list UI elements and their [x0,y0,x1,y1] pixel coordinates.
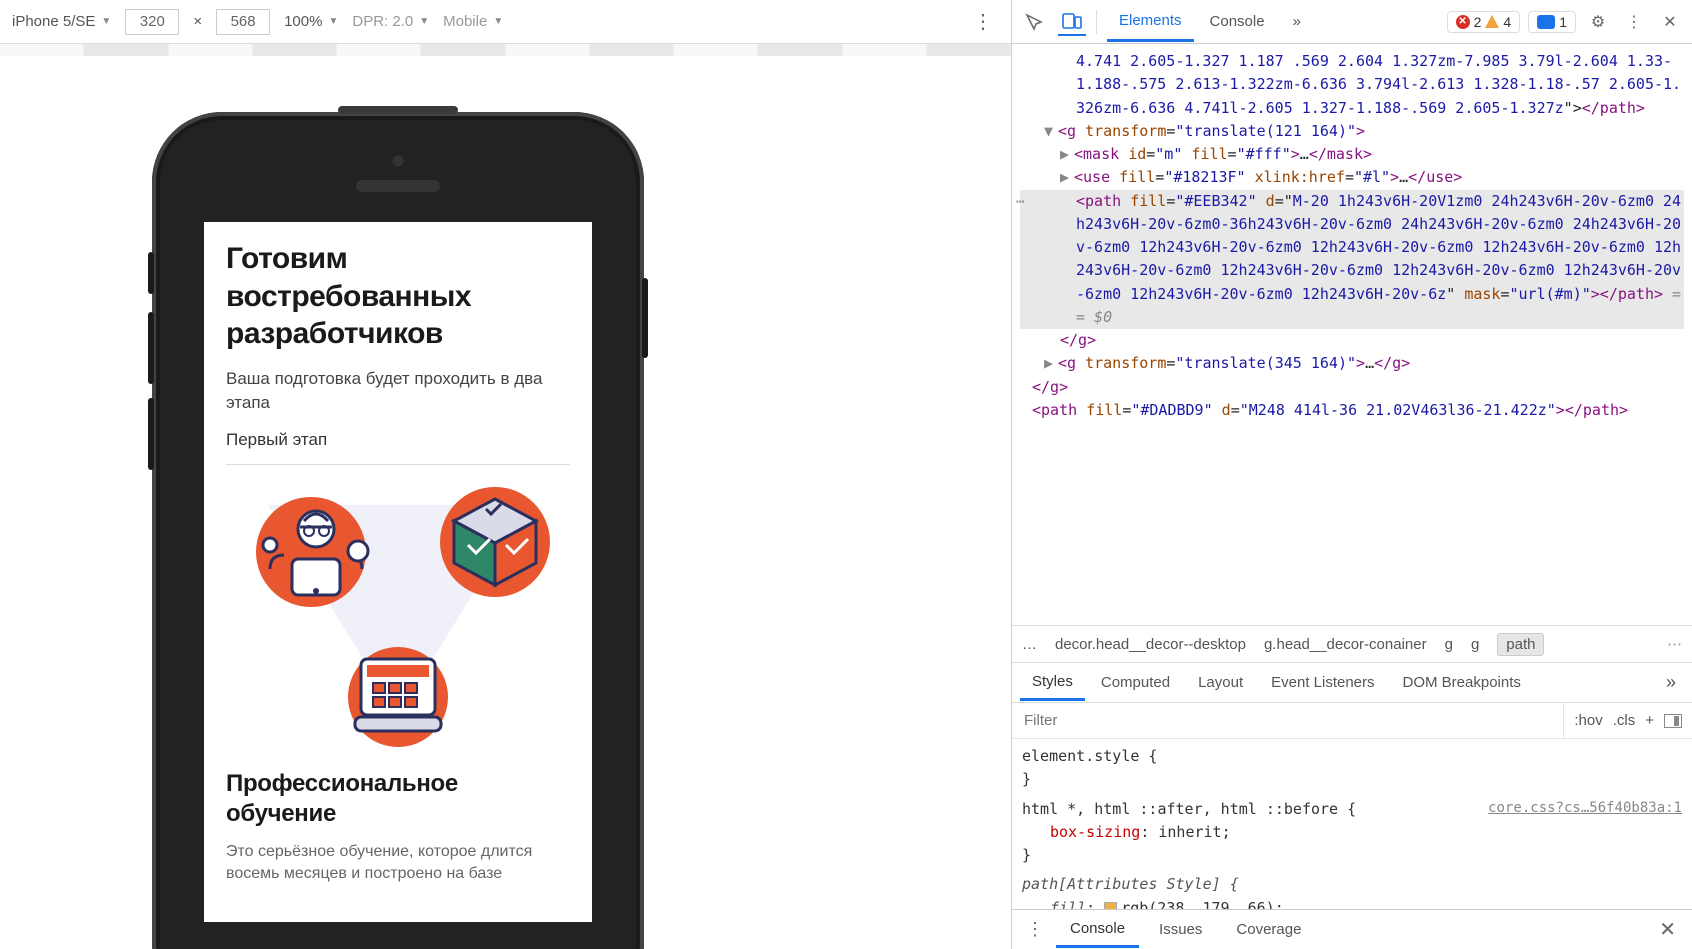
message-icon [1537,15,1555,29]
monitor-icon [353,655,443,739]
hov-toggle[interactable]: :hov [1574,712,1602,729]
crumb-ellipsis[interactable]: … [1022,636,1037,653]
styles-filter-row: :hov .cls + [1012,703,1692,739]
crumb-item[interactable]: g [1471,636,1479,653]
drawer: ⋮ Console Issues Coverage ✕ [1012,909,1692,949]
settings-icon[interactable]: ⚙ [1584,8,1612,36]
drawer-close-icon[interactable]: ✕ [1651,917,1684,942]
tree-node[interactable]: </g> [1020,376,1684,399]
tab-more[interactable]: » [1281,3,1313,40]
developer-icon [254,499,374,609]
throttle-value: Mobile [443,13,487,30]
more-options-icon[interactable]: ⋮ [967,9,999,34]
section-heading: Профессиональное обучение [226,769,570,829]
sidebar-toggle-icon[interactable] [1664,714,1682,728]
tree-node[interactable]: ▶<g transform="translate(345 164)">…</g> [1020,352,1684,375]
viewport-area: Готовим востребованных разработчиков Ваш… [0,44,1011,949]
css-property[interactable]: fill [1050,899,1086,910]
crumb-scroll-icon[interactable]: ⋯ [1667,635,1682,653]
warnings-count: 4 [1503,14,1511,30]
cls-toggle[interactable]: .cls [1613,712,1636,729]
tree-node[interactable]: ▼<g transform="translate(121 164)"> [1020,120,1684,143]
errors-count: 2 [1474,14,1482,30]
tree-node[interactable]: ▶<use fill="#18213F" xlink:href="#l">…</… [1020,166,1684,189]
css-value[interactable]: inherit [1158,823,1221,841]
tab-styles[interactable]: Styles [1020,665,1085,701]
styles-filter-input[interactable] [1012,712,1563,729]
tab-event-listeners[interactable]: Event Listeners [1259,666,1386,699]
dpr-value: DPR: 2.0 [352,13,413,30]
chevron-down-icon: ▼ [101,16,111,27]
device-select[interactable]: iPhone 5/SE ▼ [12,13,111,30]
stage-label: Первый этап [226,430,570,465]
inspect-icon[interactable] [1020,8,1048,36]
error-icon: ✕ [1456,15,1470,29]
ruler [0,44,1011,56]
tab-dom-breakpoints[interactable]: DOM Breakpoints [1391,666,1533,699]
kebab-icon[interactable]: ⋮ [1620,8,1648,36]
drawer-tab-issues[interactable]: Issues [1145,913,1216,946]
illustration [226,487,570,747]
tree-node[interactable]: </g> [1020,329,1684,352]
tab-layout[interactable]: Layout [1186,666,1255,699]
new-rule-icon[interactable]: + [1645,712,1654,729]
messages-count: 1 [1559,14,1567,30]
chevron-down-icon: ▼ [419,16,429,27]
source-link[interactable]: core.css?cs…56f40b83a:1 [1488,798,1682,820]
device-toolbar: iPhone 5/SE ▼ × 100% ▼ DPR: 2.0 ▼ Mobile… [0,0,1011,44]
styles-more-icon[interactable]: » [1658,668,1684,697]
tree-node-selected[interactable]: <path fill="#EEB342" d="M-20 1h243v6H-20… [1020,190,1684,330]
device-name: iPhone 5/SE [12,13,95,30]
device-toggle-icon[interactable] [1058,8,1086,36]
chevron-down-icon: ▼ [328,16,338,27]
errors-badge[interactable]: ✕ 2 4 [1447,11,1521,33]
tree-node[interactable]: <path fill="#DADBD9" d="M248 414l-36 21.… [1020,399,1684,422]
crumb-item[interactable]: decor.head__decor--desktop [1055,636,1246,653]
tree-node[interactable]: ▶<mask id="m" fill="#fff">…</mask> [1020,143,1684,166]
page-subtitle: Ваша подготовка будет проходить в два эт… [226,367,570,416]
devtools-toolbar: Elements Console » ✕ 2 4 1 ⚙ ⋮ ✕ [1012,0,1692,44]
styles-pane[interactable]: element.style { } core.css?cs…56f40b83a:… [1012,739,1692,909]
device-frame: Готовим востребованных разработчиков Ваш… [152,112,644,949]
rule-selector: element.style { [1022,747,1157,765]
breadcrumb: … decor.head__decor--desktop g.head__dec… [1012,625,1692,663]
elements-tree[interactable]: 4.741 2.605-1.327 1.187 .569 2.604 1.327… [1012,44,1692,625]
width-input[interactable] [125,9,179,35]
tab-console[interactable]: Console [1198,3,1277,40]
messages-badge[interactable]: 1 [1528,11,1576,33]
zoom-select[interactable]: 100% ▼ [284,13,338,30]
throttle-select[interactable]: Mobile ▼ [443,13,503,30]
tab-elements[interactable]: Elements [1107,2,1194,42]
rule-close: } [1022,844,1682,867]
crumb-item-active[interactable]: path [1497,633,1544,656]
rule-close: } [1022,768,1682,791]
drawer-tab-console[interactable]: Console [1056,912,1139,948]
zoom-value: 100% [284,13,322,30]
styles-tabs: Styles Computed Layout Event Listeners D… [1012,663,1692,703]
drawer-menu-icon[interactable]: ⋮ [1020,919,1050,940]
dpr-select[interactable]: DPR: 2.0 ▼ [352,13,429,30]
package-icon [448,495,542,589]
css-value[interactable]: rgb(238, 179, 66) [1121,899,1275,910]
rule-selector: path[Attributes Style] { [1022,875,1239,893]
tab-computed[interactable]: Computed [1089,666,1182,699]
drawer-tab-coverage[interactable]: Coverage [1222,913,1315,946]
rule-selector: html *, html ::after, html ::before { [1022,800,1356,818]
page-heading: Готовим востребованных разработчиков [226,240,570,353]
tag-close: </path> [1582,99,1645,117]
css-property[interactable]: box-sizing [1050,823,1140,841]
color-swatch-icon[interactable] [1104,902,1117,910]
crumb-item[interactable]: g.head__decor-conainer [1264,636,1427,653]
warning-icon [1485,15,1499,28]
height-input[interactable] [216,9,270,35]
emulated-page[interactable]: Готовим востребованных разработчиков Ваш… [204,222,592,922]
dimension-separator: × [193,13,202,30]
crumb-item[interactable]: g [1445,636,1453,653]
section-body: Это серьёзное обучение, которое длится в… [226,841,570,886]
close-icon[interactable]: ✕ [1656,8,1684,36]
chevron-down-icon: ▼ [493,16,503,27]
